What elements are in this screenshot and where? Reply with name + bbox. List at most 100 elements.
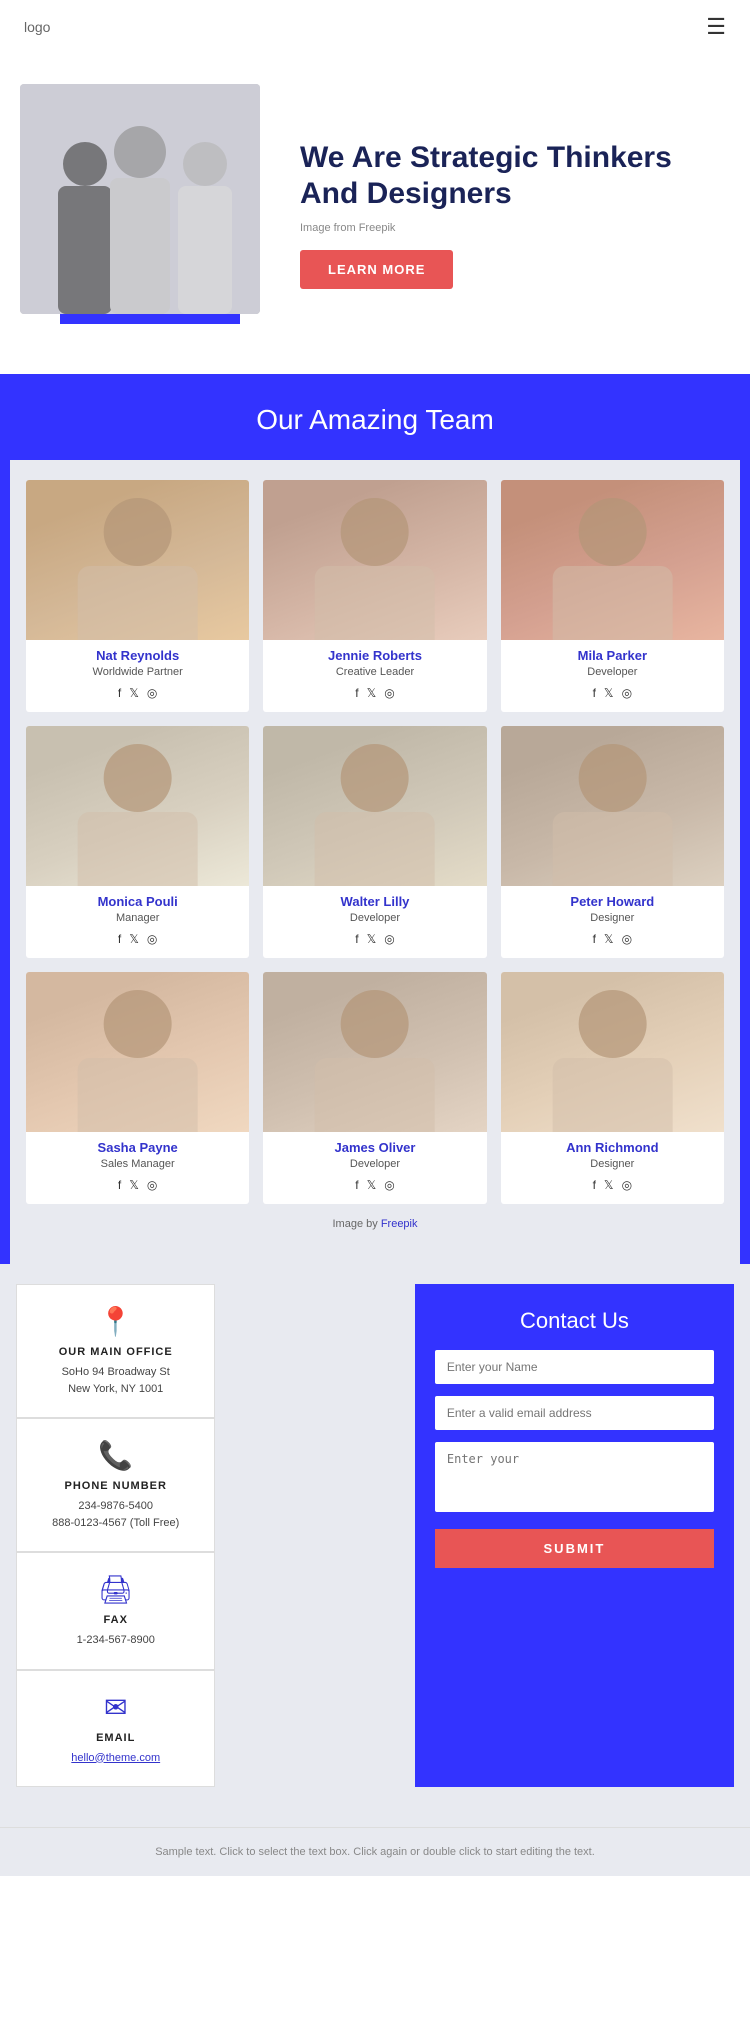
hero-title: We Are Strategic Thinkers And Designers <box>300 140 730 212</box>
member-photo-svg <box>26 726 249 886</box>
card-label: FAX <box>31 1614 200 1626</box>
twitter-icon[interactable]: 𝕏 <box>604 686 614 700</box>
contact-message-input[interactable] <box>435 1442 714 1512</box>
hero-section: We Are Strategic Thinkers And Designers … <box>0 54 750 374</box>
twitter-icon[interactable]: 𝕏 <box>129 932 139 946</box>
facebook-icon[interactable]: f <box>118 1178 121 1192</box>
instagram-icon[interactable]: ◎ <box>622 1178 632 1192</box>
team-member-photo <box>26 972 249 1132</box>
contact-form-panel: Contact Us SUBMIT <box>415 1284 734 1787</box>
team-card: Peter Howard Designer f 𝕏 ◎ <box>501 726 724 958</box>
team-card: Mila Parker Developer f 𝕏 ◎ <box>501 480 724 712</box>
freepik-team-link[interactable]: Freepik <box>381 1218 418 1230</box>
contact-grid: 📍 OUR MAIN OFFICE SoHo 94 Broadway StNew… <box>16 1284 734 1787</box>
team-member-socials: f 𝕏 ◎ <box>501 932 724 946</box>
instagram-icon[interactable]: ◎ <box>622 932 632 946</box>
team-member-name: James Oliver <box>263 1140 486 1155</box>
team-member-role: Creative Leader <box>263 666 486 678</box>
team-member-name: Ann Richmond <box>501 1140 724 1155</box>
facebook-icon[interactable]: f <box>355 1178 358 1192</box>
team-member-photo <box>263 726 486 886</box>
team-member-socials: f 𝕏 ◎ <box>26 932 249 946</box>
facebook-icon[interactable]: f <box>593 1178 596 1192</box>
instagram-icon[interactable]: ◎ <box>384 686 394 700</box>
card-icon-fax: 🖨 <box>31 1573 200 1606</box>
hero-image-svg <box>20 84 260 314</box>
facebook-icon[interactable]: f <box>355 686 358 700</box>
contact-form-title: Contact Us <box>435 1308 714 1334</box>
email-link[interactable]: hello@theme.com <box>71 1752 160 1764</box>
team-member-socials: f 𝕏 ◎ <box>263 1178 486 1192</box>
card-text: SoHo 94 Broadway StNew York, NY 1001 <box>31 1364 200 1397</box>
instagram-icon[interactable]: ◎ <box>384 1178 394 1192</box>
header: logo ☰ <box>0 0 750 54</box>
facebook-icon[interactable]: f <box>593 686 596 700</box>
team-member-role: Developer <box>501 666 724 678</box>
learn-more-button[interactable]: LEARN MORE <box>300 250 453 289</box>
freepik-link[interactable]: Freepik <box>359 222 396 234</box>
team-member-photo <box>501 480 724 640</box>
instagram-icon[interactable]: ◎ <box>147 686 157 700</box>
facebook-icon[interactable]: f <box>593 932 596 946</box>
submit-button[interactable]: SUBMIT <box>435 1529 714 1568</box>
team-member-socials: f 𝕏 ◎ <box>26 1178 249 1192</box>
card-label: EMAIL <box>31 1732 200 1744</box>
logo: logo <box>24 19 50 35</box>
member-photo-svg <box>501 972 724 1132</box>
contact-email-input[interactable] <box>435 1396 714 1430</box>
contact-card-main-office: 📍 OUR MAIN OFFICE SoHo 94 Broadway StNew… <box>16 1284 215 1418</box>
team-card: Walter Lilly Developer f 𝕏 ◎ <box>263 726 486 958</box>
twitter-icon[interactable]: 𝕏 <box>604 932 614 946</box>
twitter-icon[interactable]: 𝕏 <box>367 1178 377 1192</box>
team-member-socials: f 𝕏 ◎ <box>263 932 486 946</box>
team-member-role: Designer <box>501 912 724 924</box>
contact-card-email: ✉ EMAIL hello@theme.com <box>16 1670 215 1788</box>
member-photo-svg <box>501 726 724 886</box>
member-photo-svg <box>263 726 486 886</box>
team-member-name: Mila Parker <box>501 648 724 663</box>
team-section-title: Our Amazing Team <box>10 404 740 460</box>
team-member-role: Developer <box>263 912 486 924</box>
card-text: 234-9876-5400888-0123-4567 (Toll Free) <box>31 1498 200 1531</box>
team-card: Nat Reynolds Worldwide Partner f 𝕏 ◎ <box>26 480 249 712</box>
contact-info-cards: 📍 OUR MAIN OFFICE SoHo 94 Broadway StNew… <box>16 1284 215 1787</box>
hamburger-menu-icon[interactable]: ☰ <box>706 14 726 40</box>
contact-name-input[interactable] <box>435 1350 714 1384</box>
team-member-photo <box>501 726 724 886</box>
twitter-icon[interactable]: 𝕏 <box>129 686 139 700</box>
hero-people-image <box>20 84 260 314</box>
team-card: Jennie Roberts Creative Leader f 𝕏 ◎ <box>263 480 486 712</box>
team-grid-wrapper: Nat Reynolds Worldwide Partner f 𝕏 ◎ Jen… <box>10 460 740 1264</box>
team-member-socials: f 𝕏 ◎ <box>263 686 486 700</box>
team-card: Monica Pouli Manager f 𝕏 ◎ <box>26 726 249 958</box>
member-photo-svg <box>263 480 486 640</box>
instagram-icon[interactable]: ◎ <box>622 686 632 700</box>
twitter-icon[interactable]: 𝕏 <box>604 1178 614 1192</box>
facebook-icon[interactable]: f <box>355 932 358 946</box>
card-icon-email: ✉ <box>31 1691 200 1724</box>
hero-image-group <box>20 84 280 344</box>
team-member-name: Jennie Roberts <box>263 648 486 663</box>
member-photo-svg <box>263 972 486 1132</box>
member-photo-svg <box>26 480 249 640</box>
team-member-socials: f 𝕏 ◎ <box>26 686 249 700</box>
twitter-icon[interactable]: 𝕏 <box>129 1178 139 1192</box>
card-icon-main-office: 📍 <box>31 1305 200 1338</box>
facebook-icon[interactable]: f <box>118 686 121 700</box>
footer-note: Sample text. Click to select the text bo… <box>0 1827 750 1876</box>
team-member-role: Worldwide Partner <box>26 666 249 678</box>
card-icon-phone: 📞 <box>31 1439 200 1472</box>
team-member-photo <box>501 972 724 1132</box>
instagram-icon[interactable]: ◎ <box>147 1178 157 1192</box>
facebook-icon[interactable]: f <box>118 932 121 946</box>
twitter-icon[interactable]: 𝕏 <box>367 932 377 946</box>
contact-card-fax: 🖨 FAX 1-234-567-8900 <box>16 1552 215 1670</box>
team-member-role: Designer <box>501 1158 724 1170</box>
team-member-name: Walter Lilly <box>263 894 486 909</box>
team-card: Sasha Payne Sales Manager f 𝕏 ◎ <box>26 972 249 1204</box>
team-member-role: Sales Manager <box>26 1158 249 1170</box>
instagram-icon[interactable]: ◎ <box>384 932 394 946</box>
instagram-icon[interactable]: ◎ <box>147 932 157 946</box>
twitter-icon[interactable]: 𝕏 <box>367 686 377 700</box>
contact-card-phone: 📞 PHONE NUMBER 234-9876-5400888-0123-456… <box>16 1418 215 1552</box>
